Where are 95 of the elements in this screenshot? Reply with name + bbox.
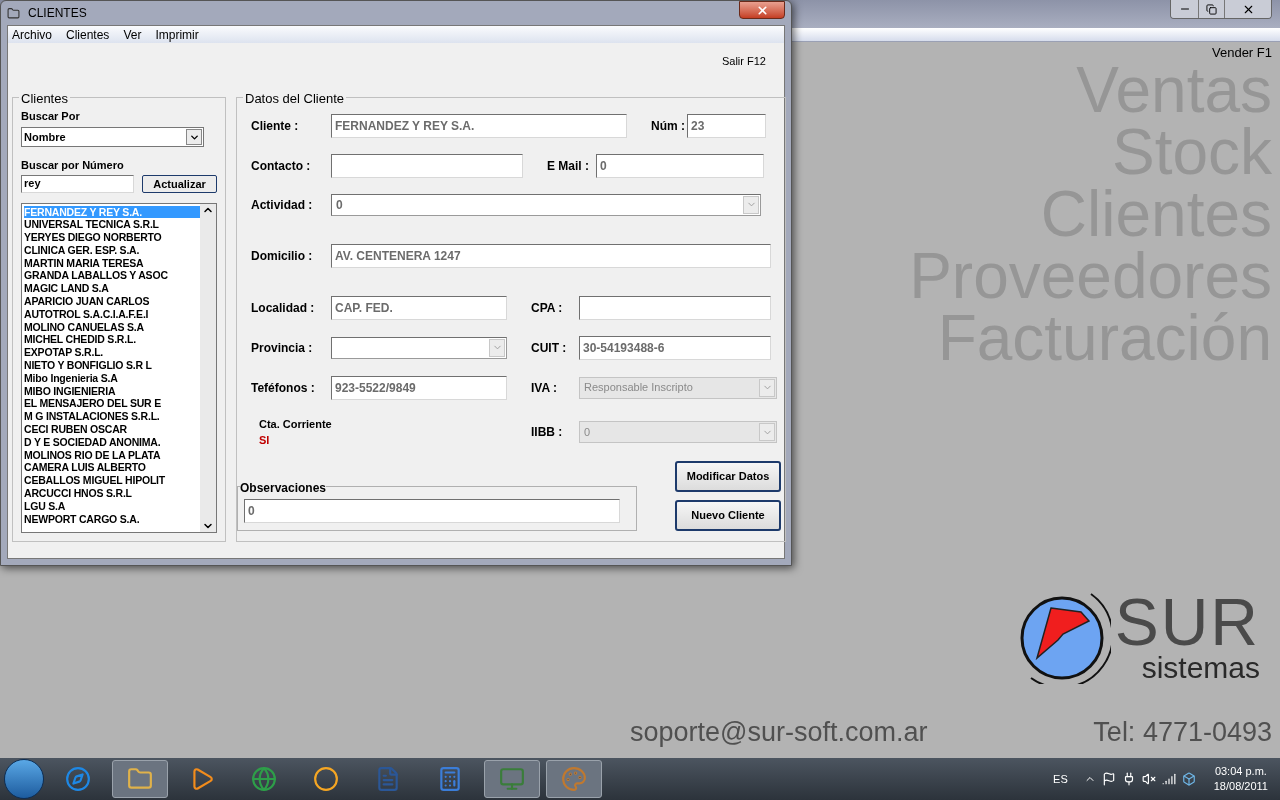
field-label: Núm :: [651, 117, 686, 135]
list-item[interactable]: CEBALLOS MIGUEL HIPOLIT: [24, 474, 200, 488]
minimize-button[interactable]: [1171, 0, 1199, 18]
list-item[interactable]: MIBO INGIENIERIA: [24, 384, 200, 398]
field-label: Teféfonos :: [251, 379, 316, 397]
field-label: IIBB :: [531, 424, 564, 441]
globe-icon: [251, 766, 277, 792]
list-item[interactable]: MOLINOS RIO DE LA PLATA: [24, 448, 200, 462]
clock[interactable]: 03:04 p.m. 18/08/2011: [1213, 764, 1268, 794]
field-label: Localidad :: [251, 299, 316, 317]
field-label: Actividad :: [251, 196, 314, 214]
muted-speaker-icon[interactable]: [1141, 772, 1156, 786]
notes-field[interactable]: 0: [244, 498, 620, 523]
start-button[interactable]: [4, 759, 44, 799]
document-icon: [375, 766, 401, 792]
field-label: Provincia :: [251, 339, 314, 357]
list-item[interactable]: GRANDA LABALLOS Y ASOC: [24, 269, 200, 283]
text-field[interactable]: 923-5522/9849: [331, 375, 507, 400]
dropdown-field[interactable]: Nombre: [21, 127, 204, 147]
field-label: Buscar Por: [21, 108, 81, 124]
signal-icon[interactable]: [1161, 772, 1176, 786]
text-field[interactable]: [579, 295, 771, 320]
list-item[interactable]: MARTIN MARIA TERESA: [24, 256, 200, 270]
text-field[interactable]: 23: [687, 113, 766, 138]
restore-icon: [1206, 3, 1217, 15]
search-field[interactable]: rey: [21, 174, 134, 193]
dropdown-field[interactable]: 0: [331, 193, 761, 216]
folder-icon: [127, 766, 153, 792]
list-item[interactable]: MAGIC LAND S.A: [24, 282, 200, 296]
text-field[interactable]: 0: [596, 153, 764, 178]
dropdown-field[interactable]: [331, 336, 507, 359]
group-title: Observaciones: [240, 480, 327, 495]
list-item[interactable]: M G INSTALACIONES S.R.L.: [24, 410, 200, 424]
list-item[interactable]: ARCUCCI HNOS S.R.L: [24, 487, 200, 500]
list-item[interactable]: LGU S.A: [24, 499, 200, 513]
text-field[interactable]: [331, 153, 523, 178]
list-item[interactable]: EL MENSAJERO DEL SUR E: [24, 397, 200, 411]
shortcut-label: Vender F1: [1212, 44, 1272, 62]
circle-icon: [313, 766, 339, 792]
text-field[interactable]: FERNANDEZ Y REY S.A.: [331, 113, 627, 138]
menu-item[interactable]: Clientes: [66, 25, 110, 44]
action-button[interactable]: Modificar Datos: [675, 460, 781, 492]
group-title: Clientes: [21, 90, 68, 106]
field-label: CUIT :: [531, 339, 568, 357]
monitor-icon: [499, 766, 525, 792]
text-field[interactable]: 30-54193488-6: [579, 335, 771, 360]
support-email: soporte@sur-soft.com.ar: [630, 715, 928, 749]
status-value: SI: [259, 433, 271, 448]
calculator-icon: [437, 766, 463, 792]
flag-icon[interactable]: [1101, 772, 1116, 786]
list-item[interactable]: CLINICA GER. ESP. S.A.: [24, 243, 200, 257]
list-item[interactable]: MICHEL CHEDID S.R.L.: [24, 333, 200, 347]
shortcut-label: Salir F12: [721, 54, 766, 69]
logo-wordmark: SUR: [1114, 588, 1260, 655]
phone-number: Tel: 4771-0493: [1093, 715, 1272, 749]
language-indicator[interactable]: ES: [1053, 770, 1068, 788]
menu-item[interactable]: Imprimir: [155, 25, 199, 44]
field-label: CPA :: [531, 299, 564, 317]
restore-button[interactable]: [1199, 0, 1225, 18]
text-field[interactable]: CAP. FED.: [331, 295, 507, 320]
window-title: CLIENTES: [28, 5, 87, 22]
refresh-button[interactable]: Actualizar: [142, 174, 217, 193]
palette-icon: [561, 766, 587, 792]
text-field[interactable]: AV. CENTENERA 1247: [331, 243, 771, 268]
field-label: E Mail :: [547, 157, 590, 175]
field-label: IVA :: [531, 379, 558, 397]
list-item[interactable]: YERYES DIEGO NORBERTO: [24, 231, 200, 244]
field-label: Buscar por Número: [21, 158, 125, 173]
list-item[interactable]: Mibo Ingenieria S.A: [24, 371, 200, 385]
list-item[interactable]: AUTOTROL S.A.C.I.A.F.E.I: [24, 307, 200, 321]
close-icon: [755, 3, 769, 17]
field-label: Cta. Corriente: [259, 416, 333, 432]
action-button[interactable]: Nuevo Cliente: [675, 499, 781, 531]
close-button[interactable]: [739, 1, 785, 19]
list-item[interactable]: MOLINO CANUELAS S.A: [24, 320, 200, 334]
menu-item[interactable]: Archivo: [12, 25, 52, 44]
list-item[interactable]: NIETO Y BONFIGLIO S.R L: [24, 359, 200, 372]
list-item[interactable]: CAMERA LUIS ALBERTO: [24, 461, 200, 475]
list-item[interactable]: APARICIO JUAN CARLOS: [24, 295, 200, 308]
scrollbar[interactable]: [200, 203, 216, 532]
field-label: Domicilio :: [251, 247, 314, 265]
list-item[interactable]: NEWPORT CARGO S.A.: [24, 512, 200, 526]
list-item[interactable]: UNIVERSAL TECNICA S.R.L: [24, 218, 200, 232]
field-label: Contacto :: [251, 157, 312, 175]
list-item[interactable]: CECI RUBEN OSCAR: [24, 423, 200, 436]
list-item[interactable]: D Y E SOCIEDAD ANONIMA.: [24, 435, 200, 449]
window-icon: [7, 6, 20, 20]
group-title: Datos del Cliente: [245, 90, 344, 106]
list-item[interactable]: EXPOTAP S.R.L.: [24, 346, 200, 360]
close-button[interactable]: [1225, 0, 1271, 18]
box-icon[interactable]: [1181, 772, 1196, 786]
compass-icon: [65, 766, 91, 792]
field-label: Cliente :: [251, 117, 300, 135]
logo-tagline: sistemas: [1141, 652, 1260, 683]
menu-item[interactable]: Ver: [123, 25, 142, 44]
